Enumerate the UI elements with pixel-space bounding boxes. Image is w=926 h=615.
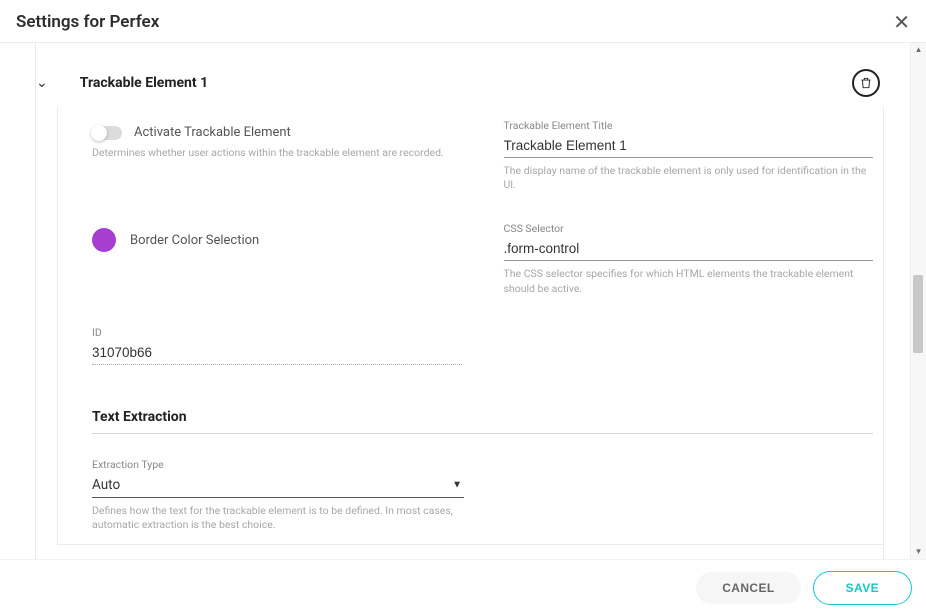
scrollbar[interactable]: ▴ ▾ — [910, 43, 926, 559]
row-color-css: Border Color Selection CSS Selector The … — [92, 192, 873, 295]
extraction-type-label: Extraction Type — [92, 458, 464, 471]
content-wrap: ⌄ Trackable Element 1 — [0, 43, 926, 559]
trash-icon — [859, 76, 873, 90]
col-activate: Activate Trackable Element Determines wh… — [92, 119, 462, 192]
trackable-element-panel: ⌄ Trackable Element 1 — [35, 43, 884, 545]
col-id-spacer — [504, 296, 874, 365]
activate-toggle-row: Activate Trackable Element — [92, 125, 462, 140]
title-help: The display name of the trackable elemen… — [504, 164, 874, 192]
scrollbar-thumb[interactable] — [913, 275, 923, 353]
col-id: ID — [92, 296, 462, 365]
title-input[interactable] — [504, 134, 874, 158]
css-field-label: CSS Selector — [504, 222, 874, 235]
row-id: ID — [92, 296, 873, 365]
activate-toggle[interactable] — [92, 126, 122, 140]
cancel-button[interactable]: CANCEL — [696, 572, 800, 604]
close-icon[interactable]: ✕ — [893, 12, 910, 32]
border-color-row: Border Color Selection — [92, 228, 462, 252]
panel-body: Activate Trackable Element Determines wh… — [57, 107, 883, 544]
content-area: ⌄ Trackable Element 1 — [0, 43, 910, 559]
chevron-down-icon[interactable]: ⌄ — [36, 75, 48, 91]
css-selector-input[interactable] — [504, 237, 874, 261]
id-field-label: ID — [92, 326, 462, 339]
modal-footer: CANCEL SAVE — [0, 559, 926, 615]
modal-title: Settings for Perfex — [16, 12, 159, 32]
panel-header-left: ⌄ Trackable Element 1 — [50, 75, 208, 91]
delete-button[interactable] — [852, 69, 880, 97]
extraction-type-select-wrap: Auto ▼ — [92, 473, 464, 498]
extraction-type-select[interactable]: Auto — [92, 473, 464, 498]
border-color-swatch[interactable] — [92, 228, 116, 252]
css-help: The CSS selector specifies for which HTM… — [504, 267, 874, 295]
id-field-group: ID — [92, 326, 462, 365]
toggle-knob — [91, 125, 107, 141]
modal-header: Settings for Perfex ✕ — [0, 0, 926, 43]
panel-header: ⌄ Trackable Element 1 — [50, 43, 884, 107]
css-field-group: CSS Selector The CSS selector specifies … — [504, 222, 874, 295]
save-button[interactable]: SAVE — [813, 571, 912, 605]
col-title: Trackable Element Title The display name… — [504, 119, 874, 192]
title-field-group: Trackable Element Title The display name… — [504, 119, 874, 192]
col-color: Border Color Selection — [92, 192, 462, 295]
extraction-type-group: Extraction Type Auto ▼ Defines how the t… — [92, 458, 464, 532]
title-field-label: Trackable Element Title — [504, 119, 874, 132]
row-activate-title: Activate Trackable Element Determines wh… — [92, 119, 873, 192]
extraction-type-help: Defines how the text for the trackable e… — [92, 504, 464, 532]
scroll-down-icon[interactable]: ▾ — [911, 547, 926, 557]
text-extraction-heading: Text Extraction — [92, 409, 873, 434]
activate-toggle-label: Activate Trackable Element — [134, 125, 291, 140]
col-css: CSS Selector The CSS selector specifies … — [504, 192, 874, 295]
id-input[interactable] — [92, 341, 462, 365]
add-new-section: Add new Trackable Elements + — [35, 545, 884, 559]
activate-help: Determines whether user actions within t… — [92, 146, 462, 160]
scroll-up-icon[interactable]: ▴ — [911, 45, 926, 55]
panel-body-outer: Activate Trackable Element Determines wh… — [57, 107, 884, 545]
border-color-label: Border Color Selection — [130, 233, 259, 248]
panel-title: Trackable Element 1 — [80, 75, 208, 91]
